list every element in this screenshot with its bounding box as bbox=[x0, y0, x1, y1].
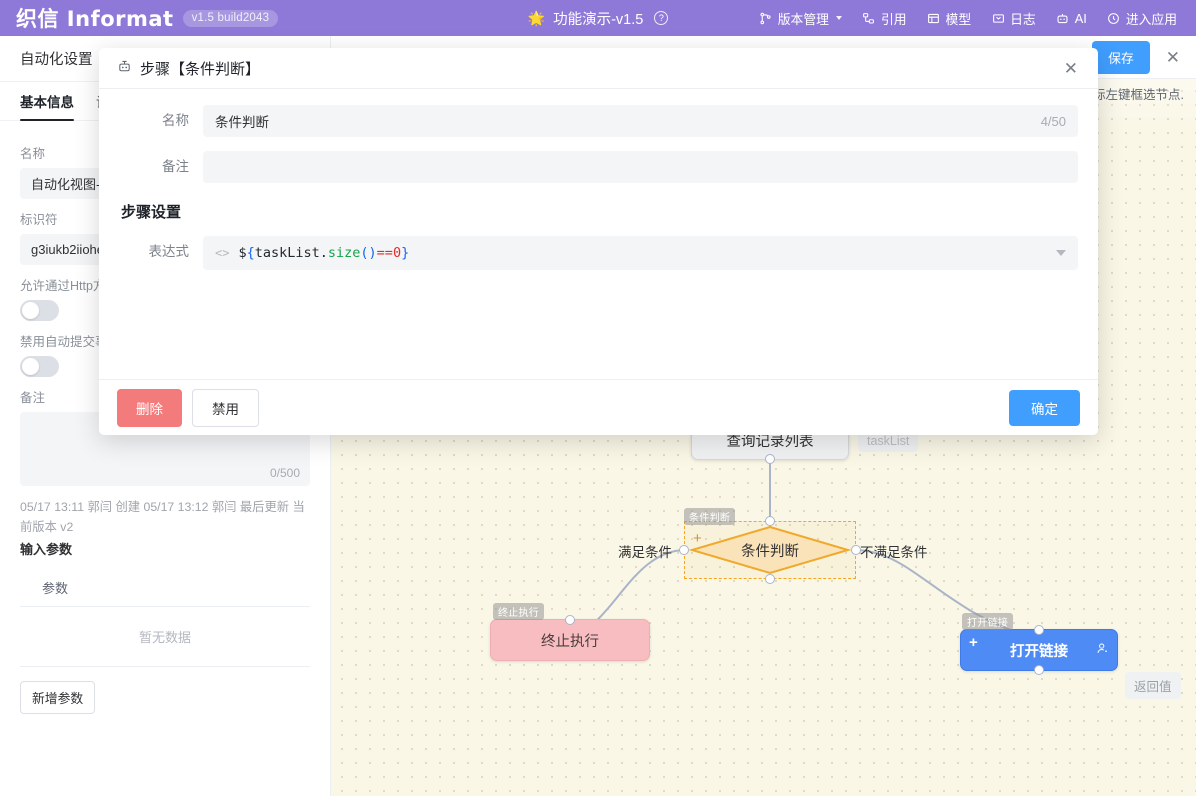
node-link-label: 打开链接 bbox=[1010, 640, 1068, 661]
form-row-remark: 备注 bbox=[99, 151, 1098, 183]
step-name-char-count: 4/50 bbox=[1041, 114, 1066, 129]
version-badge: v1.5 build2043 bbox=[183, 10, 279, 27]
chevron-down-icon bbox=[836, 16, 842, 20]
port-bottom[interactable] bbox=[765, 574, 775, 584]
expression-value: ${taskList.size()==0} bbox=[238, 245, 409, 261]
robot-icon bbox=[117, 59, 132, 78]
input-step-name-value: 条件判断 bbox=[215, 111, 269, 131]
expr-token-parens: () bbox=[360, 245, 376, 261]
remark-char-count: 0/500 bbox=[270, 466, 300, 480]
menu-item-model[interactable]: 模型 bbox=[918, 5, 981, 32]
user-icon[interactable] bbox=[1096, 642, 1109, 658]
chevron-down-icon[interactable] bbox=[1056, 250, 1066, 256]
node-stop-box[interactable]: 终止执行 bbox=[490, 619, 650, 661]
document-title[interactable]: 功能演示-v1.5 bbox=[553, 8, 643, 29]
brand-name: 织信 Informat bbox=[16, 3, 174, 33]
input-step-name[interactable]: 条件判断 4/50 bbox=[203, 105, 1078, 137]
reference-icon bbox=[862, 11, 876, 25]
flow-node-open-link[interactable]: + 打开链接 bbox=[960, 629, 1118, 671]
menu-label-enter-app: 进入应用 bbox=[1126, 9, 1177, 28]
param-table-header: 参数 bbox=[20, 572, 310, 607]
modal-header: 步骤【条件判断】 ✕ bbox=[99, 48, 1098, 89]
toggle-disable-auto-submit[interactable] bbox=[20, 356, 59, 377]
tab-basic-info[interactable]: 基本信息 bbox=[20, 91, 74, 120]
brand-logo[interactable]: 织信 Informat v1.5 build2043 bbox=[0, 3, 278, 33]
label-step-name: 名称 bbox=[99, 105, 203, 137]
edge-label-false: 不满足条件 bbox=[860, 541, 928, 561]
node-link-box[interactable]: + 打开链接 bbox=[960, 629, 1118, 671]
port-left[interactable] bbox=[679, 545, 689, 555]
menu-item-ai[interactable]: AI bbox=[1047, 7, 1096, 30]
menu-item-log[interactable]: 日志 bbox=[982, 5, 1045, 32]
menu-label-model: 模型 bbox=[946, 9, 972, 28]
close-icon[interactable]: ✕ bbox=[1164, 49, 1182, 66]
node-link-tag: 打开链接 bbox=[962, 613, 1013, 630]
model-icon bbox=[927, 11, 941, 25]
label-step-remark: 备注 bbox=[99, 151, 203, 183]
expr-token-variable: taskList. bbox=[255, 245, 328, 261]
form-row-name: 名称 条件判断 4/50 bbox=[99, 105, 1098, 137]
toggle-allow-http[interactable] bbox=[20, 300, 59, 321]
modal-title-group: 步骤【条件判断】 bbox=[117, 58, 260, 79]
delete-button[interactable]: 删除 bbox=[117, 389, 182, 427]
input-expression[interactable]: <> ${taskList.size()==0} bbox=[203, 236, 1078, 270]
code-icon: <> bbox=[215, 246, 229, 260]
add-node-plus-icon[interactable]: + bbox=[969, 634, 978, 651]
modal-title: 步骤【条件判断】 bbox=[140, 58, 260, 79]
log-icon bbox=[991, 11, 1005, 25]
modal-body: 名称 条件判断 4/50 备注 步骤设置 表达式 <> ${taskList.s… bbox=[99, 89, 1098, 379]
top-bar-menu: 版本管理 引用 模型 bbox=[750, 0, 1186, 36]
port-top[interactable] bbox=[1034, 625, 1044, 635]
port-bottom[interactable] bbox=[1034, 665, 1044, 675]
port-top[interactable] bbox=[565, 615, 575, 625]
port-top[interactable] bbox=[765, 516, 775, 526]
node-stop-label: 终止执行 bbox=[541, 630, 599, 651]
param-empty-text: 暂无数据 bbox=[20, 607, 310, 667]
confirm-button[interactable]: 确定 bbox=[1009, 390, 1080, 426]
expr-token-dollar: $ bbox=[238, 245, 246, 261]
menu-item-reference[interactable]: 引用 bbox=[853, 5, 916, 32]
expr-token-operator: == bbox=[377, 245, 393, 261]
disable-button[interactable]: 禁用 bbox=[192, 389, 259, 427]
step-config-modal: 步骤【条件判断】 ✕ 名称 条件判断 4/50 备注 步骤设置 表达式 bbox=[99, 48, 1098, 435]
expr-token-open-brace: { bbox=[247, 245, 255, 261]
node-condition-label: 条件判断 bbox=[684, 521, 856, 579]
port-bottom[interactable] bbox=[765, 454, 775, 464]
help-icon[interactable]: ? bbox=[654, 11, 668, 25]
label-expression: 表达式 bbox=[99, 236, 203, 268]
modal-footer-left: 删除 禁用 bbox=[117, 389, 259, 427]
node-stop-tag: 终止执行 bbox=[493, 603, 544, 620]
node-link-return-chip: 返回值 bbox=[1125, 672, 1181, 699]
top-bar: 织信 Informat v1.5 build2043 🌟 功能演示-v1.5 ?… bbox=[0, 0, 1196, 36]
app-root: 织信 Informat v1.5 build2043 🌟 功能演示-v1.5 ?… bbox=[0, 0, 1196, 796]
save-button[interactable]: 保存 bbox=[1092, 41, 1150, 74]
menu-label-version: 版本管理 bbox=[778, 9, 829, 28]
modal-footer: 删除 禁用 确定 bbox=[99, 379, 1098, 435]
modal-close-icon[interactable]: ✕ bbox=[1062, 60, 1080, 77]
branch-icon bbox=[759, 11, 773, 25]
menu-label-reference: 引用 bbox=[881, 9, 907, 28]
record-meta-text: 05/17 13:11 郭闫 创建 05/17 13:12 郭闫 最后更新 当前… bbox=[20, 498, 310, 537]
menu-label-ai: AI bbox=[1075, 11, 1087, 26]
expr-token-function: size bbox=[328, 245, 361, 261]
star-icon: 🌟 bbox=[528, 11, 545, 25]
menu-label-log: 日志 bbox=[1010, 9, 1036, 28]
menu-item-version[interactable]: 版本管理 bbox=[750, 5, 851, 32]
step-settings-title: 步骤设置 bbox=[99, 197, 1098, 236]
input-step-remark[interactable] bbox=[203, 151, 1078, 183]
canvas-hint-text: 标左键框选节点. bbox=[1093, 84, 1184, 103]
edge-label-true: 满足条件 bbox=[618, 541, 672, 561]
ai-icon bbox=[1056, 11, 1070, 25]
add-param-button[interactable]: 新增参数 bbox=[20, 681, 95, 714]
node-condition-tag: 条件判断 bbox=[684, 508, 735, 525]
expr-token-close-brace: } bbox=[401, 245, 409, 261]
enter-app-icon bbox=[1107, 11, 1121, 25]
menu-item-enter-app[interactable]: 进入应用 bbox=[1098, 5, 1186, 32]
add-node-plus-icon[interactable]: + bbox=[693, 531, 702, 546]
expr-token-number: 0 bbox=[393, 245, 401, 261]
input-params-title: 输入参数 bbox=[20, 539, 310, 558]
form-row-expression: 表达式 <> ${taskList.size()==0} bbox=[99, 236, 1098, 270]
flow-node-condition[interactable]: 条件判断 bbox=[684, 521, 856, 579]
flow-node-stop[interactable]: 终止执行 bbox=[490, 619, 650, 661]
